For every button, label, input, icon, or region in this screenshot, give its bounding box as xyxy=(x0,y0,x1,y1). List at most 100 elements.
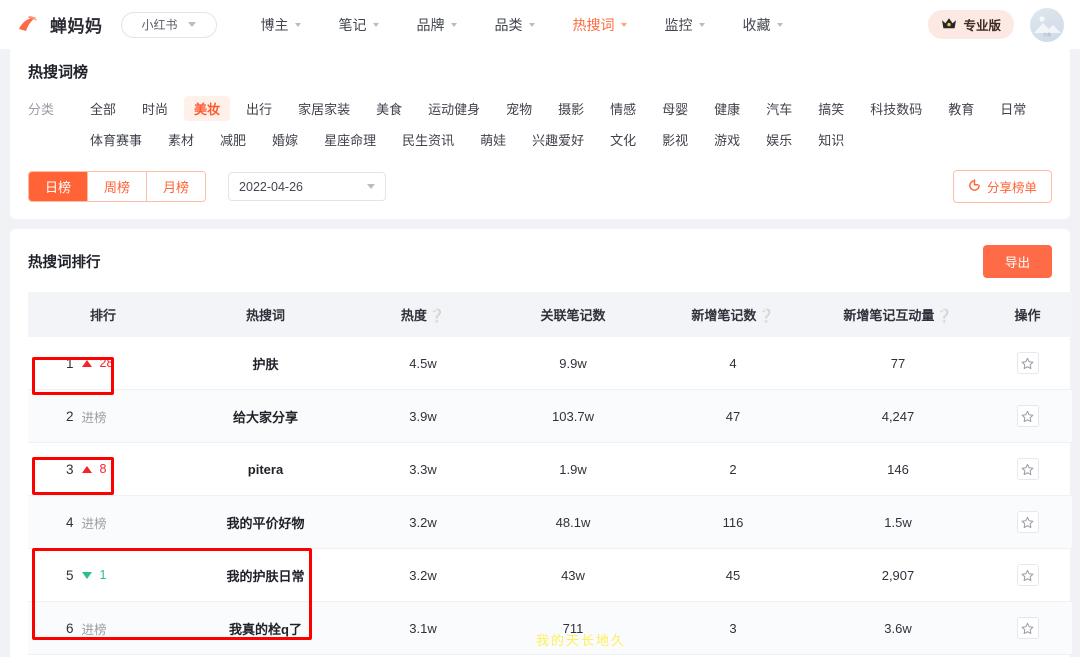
rank-delta: 8 xyxy=(99,462,107,476)
nav-item-label: 品类 xyxy=(494,16,523,33)
table-row[interactable]: 3 8 pitera 3.3w 1.9w 2 146 xyxy=(28,442,1072,496)
category-item-15[interactable]: 教育 xyxy=(938,96,984,121)
export-button[interactable]: 导出 xyxy=(982,245,1052,278)
category-item-20[interactable]: 婚嫁 xyxy=(262,127,308,152)
cell-action xyxy=(983,601,1072,655)
category-item-2[interactable]: 美妆 xyxy=(184,96,231,121)
platform-selector[interactable]: 小红书 xyxy=(120,11,217,38)
star-outline-icon[interactable] xyxy=(1016,405,1039,427)
cell-interactions: 77 xyxy=(813,337,983,390)
category-item-17[interactable]: 体育赛事 xyxy=(80,127,152,152)
column-header-rank: 排行 xyxy=(28,292,178,337)
share-ranking-button[interactable]: 分享榜单 xyxy=(952,170,1052,203)
category-item-27[interactable]: 游戏 xyxy=(704,127,750,152)
table-row[interactable]: 4 进榜 我的平价好物 3.2w 48.1w 116 1.5w xyxy=(28,495,1072,549)
category-item-22[interactable]: 民生资讯 xyxy=(392,127,464,152)
cell-keyword[interactable]: pitera xyxy=(178,442,353,496)
category-item-5[interactable]: 美食 xyxy=(366,96,412,121)
nav-item-shoucang[interactable]: 收藏 xyxy=(743,15,783,35)
cell-interactions: 2,907 xyxy=(813,548,983,602)
cell-related: 9.9w xyxy=(493,337,653,390)
user-avatar[interactable]: 头像 xyxy=(1030,7,1064,42)
category-item-16[interactable]: 日常 xyxy=(990,96,1036,121)
category-item-1[interactable]: 时尚 xyxy=(132,96,178,121)
brand-name: 蝉妈妈 xyxy=(50,17,103,36)
hot-search-ranking-table: 排行 热搜词 热度 ❔ 关联笔记数 新增笔记数 ❔ 新增笔记互动量 ❔ 操作 1 28… xyxy=(28,292,1072,657)
period-tab-daily[interactable]: 日榜 xyxy=(29,172,89,201)
category-item-9[interactable]: 情感 xyxy=(600,96,646,121)
period-tab-monthly[interactable]: 月榜 xyxy=(147,172,206,201)
cell-rank: 2 进榜 xyxy=(28,389,178,443)
category-item-19[interactable]: 减肥 xyxy=(210,127,256,152)
question-mark-icon[interactable]: ❔ xyxy=(429,308,445,323)
table-row[interactable]: 2 进榜 给大家分享 3.9w 103.7w 47 4,247 xyxy=(28,389,1072,443)
question-mark-icon[interactable]: ❔ xyxy=(758,308,774,323)
nav-item-label: 收藏 xyxy=(742,16,771,33)
filter-panel: 热搜词榜 分类 全部 时尚 美妆 出行 家居家装 美食 运动健身 宠物 摄影 情… xyxy=(10,49,1070,219)
category-item-10[interactable]: 母婴 xyxy=(652,96,698,121)
cell-added: 2 xyxy=(653,442,813,496)
column-label: 操作 xyxy=(1014,308,1041,323)
cell-heat: 3.2w xyxy=(353,495,493,549)
star-outline-icon[interactable] xyxy=(1016,617,1039,639)
category-item-23[interactable]: 萌娃 xyxy=(470,127,516,152)
star-outline-icon[interactable] xyxy=(1016,564,1039,586)
nav-item-pinlei[interactable]: 品类 xyxy=(495,15,535,35)
category-item-4[interactable]: 家居家装 xyxy=(288,96,360,121)
cell-added: 45 xyxy=(653,548,813,602)
cell-added: 4 xyxy=(653,337,813,390)
cell-added: 47 xyxy=(653,389,813,443)
cell-keyword[interactable]: 我真的栓q了 xyxy=(178,601,353,655)
category-item-21[interactable]: 星座命理 xyxy=(314,127,386,152)
nav-item-label: 博主 xyxy=(260,16,289,33)
category-item-13[interactable]: 搞笑 xyxy=(808,96,854,121)
category-item-25[interactable]: 文化 xyxy=(600,127,646,152)
cell-interactions: 146 xyxy=(813,442,983,496)
category-item-29[interactable]: 知识 xyxy=(808,127,854,152)
chevron-down-icon xyxy=(776,22,783,27)
category-item-11[interactable]: 健康 xyxy=(704,96,750,121)
category-item-8[interactable]: 摄影 xyxy=(548,96,594,121)
cell-rank: 4 进榜 xyxy=(28,495,178,549)
table-row[interactable]: 5 1 我的护肤日常 3.2w 43w 45 2,907 xyxy=(28,548,1072,602)
column-label: 热搜词 xyxy=(245,308,285,323)
category-item-6[interactable]: 运动健身 xyxy=(418,96,490,121)
period-tab-group: 日榜 周榜 月榜 xyxy=(28,171,207,202)
date-picker[interactable]: 2022-04-26 xyxy=(228,172,387,201)
category-item-14[interactable]: 科技数码 xyxy=(860,96,932,121)
nav-item-resouci[interactable]: 热搜词 xyxy=(573,15,627,35)
category-item-24[interactable]: 兴趣爱好 xyxy=(522,127,594,152)
category-item-18[interactable]: 素材 xyxy=(158,127,204,152)
cell-keyword[interactable]: 我的平价好物 xyxy=(178,495,353,549)
table-row[interactable]: 1 28 护肤 4.5w 9.9w 4 77 xyxy=(28,337,1072,390)
category-item-0[interactable]: 全部 xyxy=(80,96,126,121)
category-item-3[interactable]: 出行 xyxy=(236,96,282,121)
nav-item-bozhu[interactable]: 博主 xyxy=(261,15,301,35)
nav-item-label: 热搜词 xyxy=(572,16,615,33)
column-label: 关联笔记数 xyxy=(540,308,606,323)
category-item-7[interactable]: 宠物 xyxy=(496,96,542,121)
star-outline-icon[interactable] xyxy=(1016,352,1039,374)
category-item-28[interactable]: 娱乐 xyxy=(756,127,802,152)
chevron-down-icon xyxy=(372,22,379,27)
nav-item-pinpai[interactable]: 品牌 xyxy=(417,15,457,35)
nav-item-biji[interactable]: 笔记 xyxy=(339,15,379,35)
nav-item-jiankong[interactable]: 监控 xyxy=(665,15,705,35)
cell-action xyxy=(983,548,1072,602)
column-header-added-interactions: 新增笔记互动量 ❔ xyxy=(813,292,983,337)
period-tab-weekly[interactable]: 周榜 xyxy=(88,172,148,201)
star-outline-icon[interactable] xyxy=(1016,511,1039,533)
category-item-26[interactable]: 影视 xyxy=(652,127,698,152)
pro-version-badge[interactable]: 专业版 xyxy=(928,10,1014,39)
brand-logo[interactable]: 蝉妈妈 xyxy=(16,12,103,38)
star-outline-icon[interactable] xyxy=(1016,458,1039,480)
cell-interactions: 3.6w xyxy=(813,601,983,655)
ranking-table-card: 热搜词排行 导出 排行 热搜词 热度 ❔ 关联笔记数 新增笔记数 ❔ 新增笔记互动量… xyxy=(10,229,1072,657)
nav-item-label: 监控 xyxy=(664,16,693,33)
question-mark-icon[interactable]: ❔ xyxy=(936,308,952,323)
cell-keyword[interactable]: 我的护肤日常 xyxy=(178,548,353,602)
cell-keyword[interactable]: 给大家分享 xyxy=(178,389,353,443)
cell-keyword[interactable]: 护肤 xyxy=(178,337,353,390)
rank-number: 3 xyxy=(66,461,74,477)
category-item-12[interactable]: 汽车 xyxy=(756,96,802,121)
